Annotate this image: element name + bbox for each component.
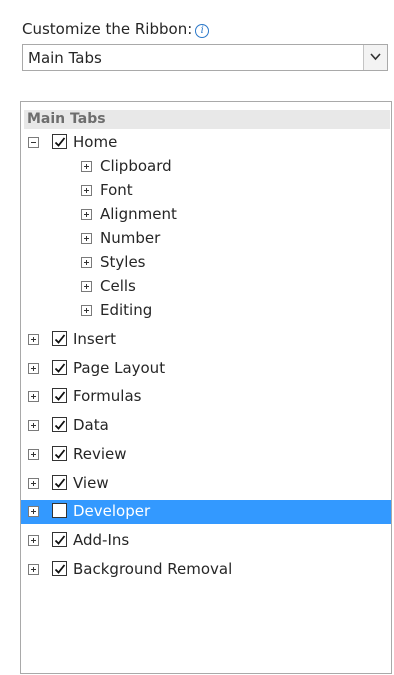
tree-group-label: Clipboard (100, 157, 172, 175)
tree-tab-item[interactable]: Developer (21, 500, 391, 525)
tab-checkbox[interactable] (52, 531, 67, 547)
tab-checkbox[interactable] (52, 331, 67, 346)
tree-tab-label: Home (73, 133, 118, 151)
tree-tab-item[interactable]: Background Removal (21, 558, 391, 582)
tree-group-item[interactable]: Styles (21, 251, 391, 275)
tree-group-item[interactable]: Editing (21, 299, 391, 323)
tab-checkbox[interactable] (52, 359, 67, 375)
expand-plus-icon[interactable] (28, 448, 39, 460)
expand-plus-icon[interactable] (81, 281, 92, 292)
collapse-minus-icon[interactable] (28, 137, 39, 148)
tree-group-label: Number (100, 229, 161, 247)
tab-checkbox[interactable] (52, 503, 67, 519)
tree-group-item[interactable]: Number (21, 227, 391, 251)
tree-group-label: Font (100, 181, 133, 199)
expand-plus-icon[interactable] (81, 305, 92, 316)
expand-plus-icon[interactable] (81, 233, 92, 244)
tree-section-header: Main Tabs (24, 110, 390, 129)
checkmark-icon (54, 391, 66, 402)
checkmark-icon (54, 535, 66, 545)
tab-checkbox[interactable] (52, 445, 67, 461)
tree-tab-item[interactable]: View (21, 472, 391, 496)
ribbon-tabs-dropdown[interactable]: Main Tabs (22, 44, 388, 71)
tree-group-item[interactable]: Font (21, 179, 391, 203)
tab-checkbox[interactable] (52, 474, 67, 490)
dropdown-value: Main Tabs (28, 49, 102, 67)
tree-tab-item[interactable]: Add-Ins (21, 529, 391, 553)
expand-plus-icon[interactable] (28, 477, 39, 489)
tree-tab-item[interactable]: Home (21, 131, 391, 155)
tree-tab-label: Background Removal (73, 559, 233, 578)
tree-tab-label: Formulas (73, 387, 142, 406)
tree-tab-item[interactable]: Page Layout (21, 357, 391, 381)
tree-tab-label: Add-Ins (73, 530, 130, 549)
tab-checkbox[interactable] (52, 134, 67, 149)
checkmark-icon (54, 334, 66, 344)
expand-plus-icon[interactable] (28, 334, 39, 345)
tree-tab-item[interactable]: Review (21, 443, 391, 467)
tab-checkbox[interactable] (52, 388, 67, 404)
tree-header-label: Main Tabs (27, 111, 106, 127)
checkmark-icon (54, 137, 66, 147)
ribbon-tree[interactable]: Main Tabs Home Clipboard Font Alignment Numb… (20, 101, 392, 674)
tree-tab-item[interactable]: Insert (21, 328, 391, 352)
tree-tab-label: Review (73, 444, 127, 463)
expand-plus-icon[interactable] (28, 420, 39, 432)
tree-tab-label: Insert (73, 330, 117, 348)
tree-tab-label: Developer (73, 502, 151, 521)
tree-group-label: Cells (100, 277, 136, 295)
tree-group-item[interactable]: Cells (21, 275, 391, 299)
tree-tab-label: Data (73, 416, 109, 435)
expand-plus-icon[interactable] (28, 534, 39, 546)
expand-plus-icon[interactable] (81, 257, 92, 268)
checkmark-icon (54, 477, 66, 488)
info-icon[interactable]: i (195, 24, 210, 38)
tab-checkbox[interactable] (52, 417, 67, 433)
tree-group-item[interactable]: Alignment (21, 203, 391, 227)
checkmark-icon (54, 564, 66, 574)
tree-tab-item[interactable]: Data (21, 414, 391, 438)
chevron-down-icon (370, 53, 381, 61)
expand-plus-icon[interactable] (81, 209, 92, 220)
tree-group-label: Editing (100, 301, 153, 319)
tree-group-label: Styles (100, 253, 146, 271)
checkmark-icon (54, 420, 66, 430)
expand-plus-icon[interactable] (81, 161, 92, 172)
checkmark-icon (54, 449, 66, 459)
expand-plus-icon[interactable] (81, 185, 92, 196)
expand-plus-icon[interactable] (28, 391, 39, 403)
checkmark-icon (54, 363, 66, 373)
dropdown-button[interactable] (363, 45, 387, 70)
tree-tab-label: View (73, 473, 109, 492)
customize-ribbon-label: Customize the Ribbon: i (22, 19, 210, 39)
tree-group-label: Alignment (100, 205, 177, 223)
tab-checkbox[interactable] (52, 560, 67, 576)
expand-plus-icon[interactable] (28, 563, 39, 575)
tree-tab-label: Page Layout (73, 358, 166, 377)
tree-tab-item[interactable]: Formulas (21, 385, 391, 409)
expand-plus-icon[interactable] (28, 506, 39, 518)
customize-ribbon-text: Customize the Ribbon: (22, 20, 193, 38)
tree-group-item[interactable]: Clipboard (21, 155, 391, 179)
expand-plus-icon[interactable] (28, 362, 39, 374)
